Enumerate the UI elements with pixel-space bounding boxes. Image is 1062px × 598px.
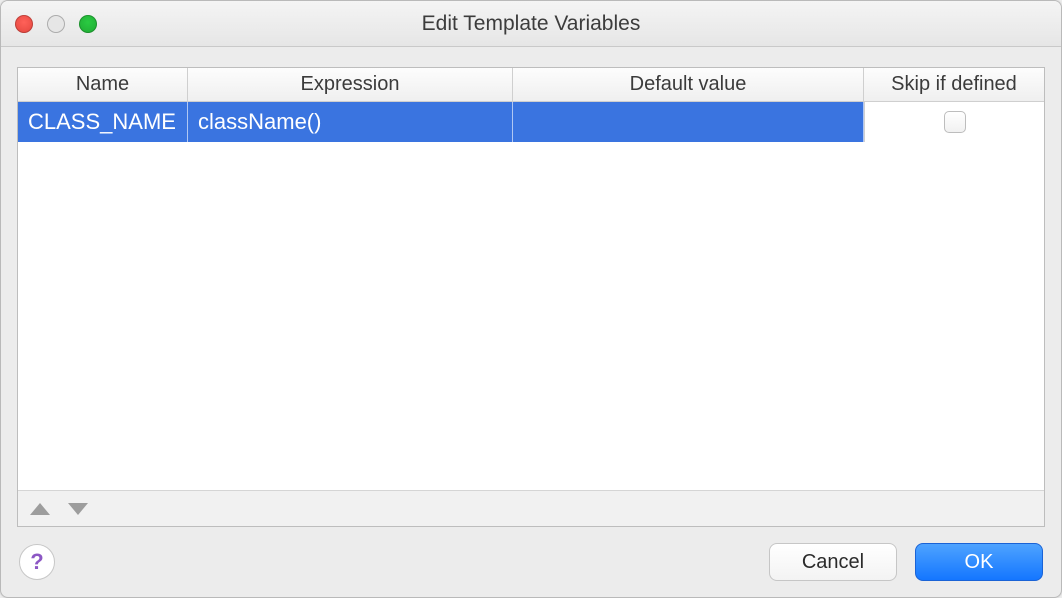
table-header: Name Expression Default value Skip if de…	[18, 68, 1044, 102]
skip-checkbox[interactable]	[944, 111, 966, 133]
dialog-title: Edit Template Variables	[422, 12, 641, 36]
dialog-window: Edit Template Variables Name Expression …	[0, 0, 1062, 598]
table-row[interactable]: CLASS_NAME className()	[18, 102, 1044, 142]
variables-table: Name Expression Default value Skip if de…	[17, 67, 1045, 527]
column-header-expression[interactable]: Expression	[188, 68, 513, 101]
ok-button[interactable]: OK	[915, 543, 1043, 581]
close-window-button[interactable]	[15, 15, 33, 33]
titlebar: Edit Template Variables	[1, 1, 1061, 47]
column-header-skip[interactable]: Skip if defined	[864, 68, 1044, 101]
help-button[interactable]: ?	[19, 544, 55, 580]
cell-expression[interactable]: className()	[188, 102, 513, 142]
table-footer	[18, 490, 1044, 526]
content-area: Name Expression Default value Skip if de…	[1, 47, 1061, 527]
minimize-window-button	[47, 15, 65, 33]
window-controls	[15, 15, 97, 33]
cell-skip	[864, 102, 1044, 142]
move-up-icon[interactable]	[30, 503, 50, 515]
column-header-name[interactable]: Name	[18, 68, 188, 101]
cancel-button[interactable]: Cancel	[769, 543, 897, 581]
cell-default[interactable]	[513, 102, 864, 142]
move-down-icon[interactable]	[68, 503, 88, 515]
table-body: CLASS_NAME className()	[18, 102, 1044, 490]
button-bar: ? Cancel OK	[1, 527, 1061, 597]
cell-name[interactable]: CLASS_NAME	[18, 102, 188, 142]
column-header-default[interactable]: Default value	[513, 68, 864, 101]
zoom-window-button[interactable]	[79, 15, 97, 33]
